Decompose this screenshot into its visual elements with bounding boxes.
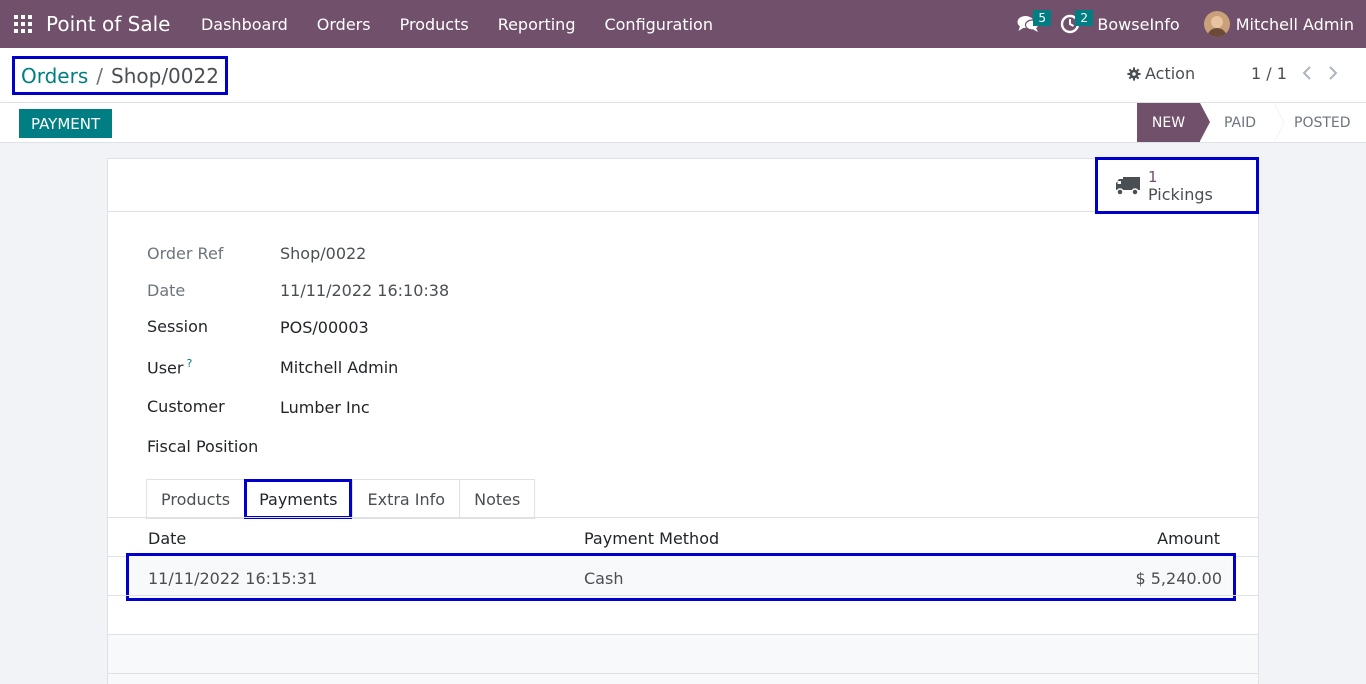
pickings-smart-button[interactable]: 1 Pickings [1095,157,1259,214]
tabs-divider [108,517,1258,518]
pickings-text: 1 Pickings [1148,168,1213,204]
menu-orders[interactable]: Orders [302,15,385,34]
step-paid[interactable]: PAID [1214,103,1284,142]
action-menu-button[interactable]: Action [1127,64,1195,83]
user-label-text: User [147,358,184,378]
tab-payments[interactable]: Payments [244,479,353,519]
date-value: 11/11/2022 16:10:38 [280,281,450,300]
pager-previous-button[interactable] [1297,62,1317,84]
customer-label: Customer [147,397,225,416]
tab-extra-info[interactable]: Extra Info [352,479,460,519]
menu-dashboard[interactable]: Dashboard [186,15,302,34]
breadcrumb-current: Shop/0022 [111,63,219,88]
step-new[interactable]: NEW [1137,103,1210,142]
table-divider [108,673,1258,674]
payment-button[interactable]: PAYMENT [19,109,113,138]
step-posted[interactable]: POSTED [1284,103,1366,142]
smart-button-box: 1 Pickings [108,157,1259,214]
main-menu: Dashboard Orders Products Reporting Conf… [186,15,727,34]
order-ref-value: Shop/0022 [280,244,367,263]
fiscal-position-label: Fiscal Position [147,437,259,456]
breadcrumb: Orders / Shop/0022 [12,56,228,95]
status-bar: PAYMENT NEW PAID POSTED [0,103,1366,143]
empty-table-area [108,635,1258,684]
pickings-label: Pickings [1148,184,1213,204]
notebook-tabs: Products Payments Extra Info Notes [146,479,536,519]
payment-method: Cash [584,569,624,588]
order-ref-label: Order Ref [147,244,224,263]
app-name[interactable]: Point of Sale [46,12,170,36]
menu-reporting[interactable]: Reporting [483,15,590,34]
breadcrumb-orders-link[interactable]: Orders [21,64,88,88]
pickings-count: 1 [1148,167,1158,186]
table-divider [108,595,1258,596]
action-label: Action [1145,64,1196,83]
top-navbar: Point of Sale Dashboard Orders Products … [0,0,1366,48]
form-sheet: 1 Pickings Order Ref Shop/0022 Date 11/1… [107,157,1259,684]
breadcrumb-separator: / [96,63,104,88]
user-name: Mitchell Admin [1235,14,1354,34]
chevron-right-icon [1329,66,1338,80]
payment-date: 11/11/2022 16:15:31 [148,569,318,588]
tab-notes[interactable]: Notes [459,479,536,519]
date-label: Date [147,281,186,300]
column-amount[interactable]: Amount [1157,529,1220,548]
session-value[interactable]: POS/00003 [280,318,369,337]
chevron-left-icon [1302,66,1311,80]
gear-icon [1127,66,1141,81]
menu-configuration[interactable]: Configuration [590,15,728,34]
session-label: Session [147,317,209,336]
table-row[interactable]: 11/11/2022 16:15:31 Cash $ 5,240.00 [126,553,1236,601]
company-switcher[interactable]: BowseInfo [1097,15,1179,34]
menu-products[interactable]: Products [385,15,483,34]
activities-badge: 2 [1075,10,1094,26]
tab-products[interactable]: Products [146,479,245,519]
user-label: User? [147,357,192,377]
pager-next-button[interactable] [1323,62,1343,84]
column-date[interactable]: Date [148,529,186,548]
state-steps: NEW PAID POSTED [1137,103,1366,142]
column-payment-method[interactable]: Payment Method [584,529,719,548]
avatar [1203,11,1230,37]
control-panel: Orders / Shop/0022 Action 1 / 1 [0,48,1366,103]
truck-icon [1116,176,1140,196]
apps-menu-icon[interactable] [14,15,32,33]
messages-badge: 5 [1033,10,1052,26]
pager-value[interactable]: 1 / 1 [1251,64,1287,83]
user-menu[interactable]: Mitchell Admin [1203,11,1354,37]
user-value[interactable]: Mitchell Admin [280,358,398,377]
user-help-tooltip[interactable]: ? [186,357,192,370]
systray: 5 2 BowseInfo Mitchell Admin [1013,0,1366,48]
payments-table-header: Date Payment Method Amount [108,519,1258,557]
activities-button[interactable]: 2 [1055,0,1094,48]
payment-amount: $ 5,240.00 [1135,569,1222,588]
customer-value[interactable]: Lumber Inc [280,398,370,417]
messages-button[interactable]: 5 [1013,0,1052,48]
